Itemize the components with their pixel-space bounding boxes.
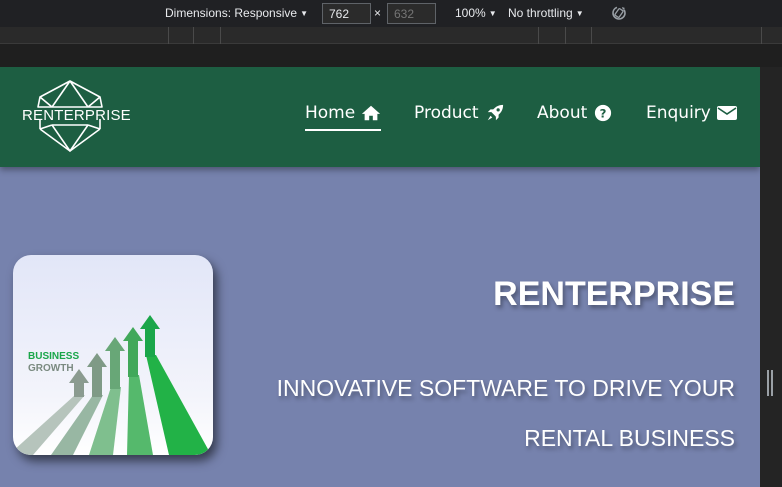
height-input[interactable]: [387, 3, 436, 24]
hero-subtitle: INNOVATIVE SOFTWARE TO DRIVE YOUR RENTAL…: [276, 375, 735, 451]
devtools-device-toolbar: Dimensions: Responsive ▼ × 100% ▼ No thr…: [0, 0, 782, 27]
image-text-business: BUSINESS: [28, 351, 79, 362]
navbar: RENTERPRISE Home Product About ? Enquiry: [0, 67, 760, 167]
image-text-growth: GROWTH: [28, 363, 74, 374]
growth-arrows-illustration: BUSINESS GROWTH: [13, 315, 209, 455]
hero-title: RENTERPRISE: [493, 275, 735, 313]
throttling-dropdown[interactable]: No throttling ▼: [508, 6, 584, 20]
dimensions-dropdown[interactable]: Dimensions: Responsive ▼: [165, 6, 308, 20]
rocket-icon: [487, 104, 503, 121]
resize-handle[interactable]: [767, 370, 773, 396]
nav-product-label: Product: [414, 103, 479, 123]
business-growth-image: BUSINESS GROWTH: [13, 255, 213, 455]
nav-product[interactable]: Product: [414, 103, 505, 123]
nav-about-label: About: [537, 103, 588, 123]
rotate-icon[interactable]: [610, 4, 628, 22]
viewport-resize-gutter: [760, 67, 782, 487]
throttling-label: No throttling: [508, 6, 573, 20]
envelope-icon: [716, 106, 737, 120]
width-input[interactable]: [322, 3, 371, 24]
zoom-label: 100%: [455, 6, 486, 20]
media-query-ruler: [0, 27, 782, 44]
svg-text:?: ?: [600, 107, 607, 121]
caret-down-icon: ▼: [488, 8, 497, 18]
times-separator: ×: [374, 6, 382, 20]
page-viewport: RENTERPRISE Home Product About ? Enquiry…: [0, 67, 760, 487]
dimensions-label: Dimensions: Responsive: [165, 6, 298, 20]
nav-home-label: Home: [305, 103, 356, 123]
site-logo[interactable]: RENTERPRISE: [22, 79, 131, 155]
zoom-dropdown[interactable]: 100% ▼: [455, 6, 497, 20]
caret-down-icon: ▼: [300, 8, 308, 18]
question-circle-icon: ?: [595, 104, 612, 122]
caret-down-icon: ▼: [575, 8, 584, 18]
logo-text: RENTERPRISE: [22, 107, 131, 124]
nav-enquiry[interactable]: Enquiry: [646, 103, 737, 123]
home-icon: [362, 105, 381, 121]
nav-enquiry-label: Enquiry: [646, 103, 711, 123]
nav-about[interactable]: About ?: [537, 103, 613, 123]
nav-home[interactable]: Home: [305, 103, 382, 131]
